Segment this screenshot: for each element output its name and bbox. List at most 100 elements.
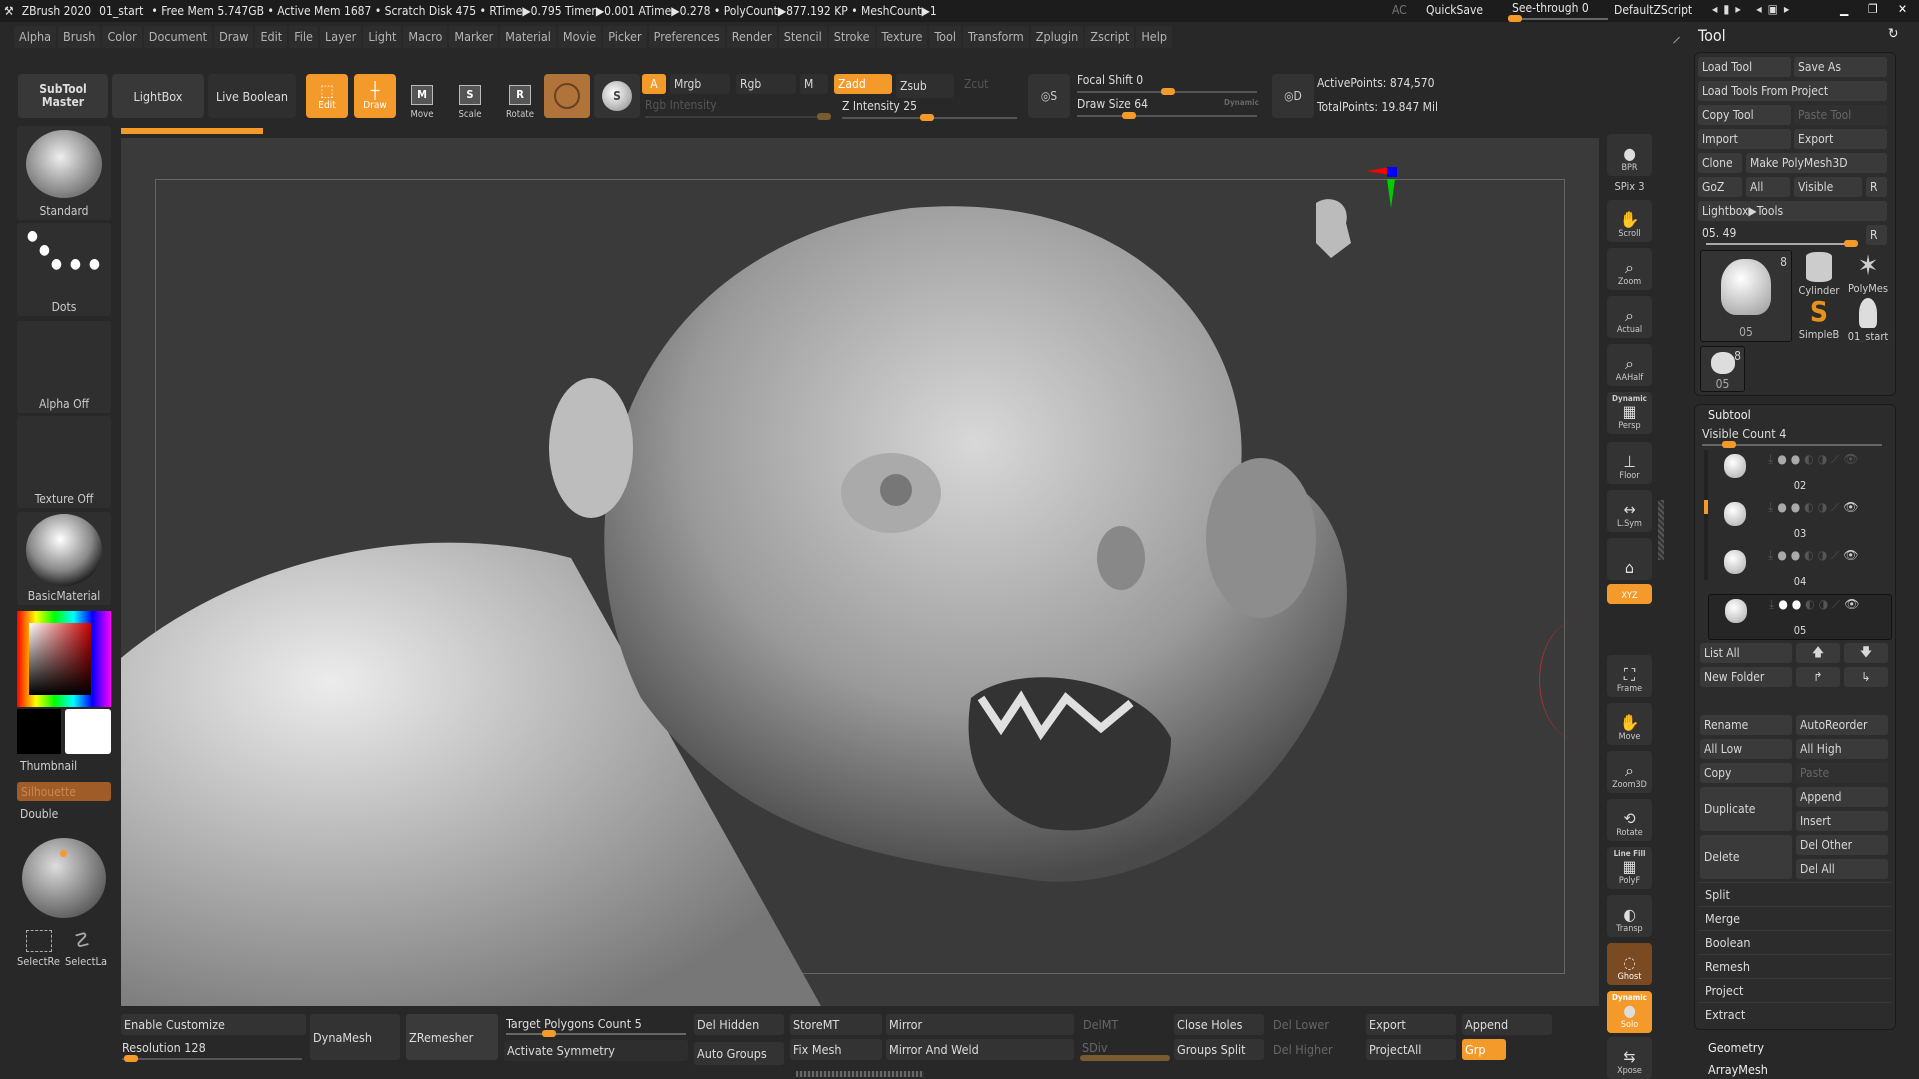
m-toggle[interactable]: M	[800, 74, 828, 94]
copy-tool-button[interactable]: Copy Tool	[1698, 105, 1791, 125]
a-toggle[interactable]: A	[642, 74, 666, 94]
alpha-slot[interactable]: Alpha Off	[17, 321, 111, 413]
close-holes-button[interactable]: Close Holes	[1174, 1014, 1264, 1035]
menu-edit[interactable]: Edit	[255, 26, 288, 48]
draw-button[interactable]: ┼ Draw	[354, 74, 396, 118]
shelf-transp[interactable]: ◐ Transp	[1607, 895, 1652, 937]
mrgb-toggle[interactable]: Mrgb	[670, 74, 730, 94]
shelf-scroll[interactable]: ✋ Scroll	[1607, 200, 1652, 242]
rgb-intensity-slider[interactable]	[645, 113, 831, 120]
menu-brush[interactable]: Brush	[57, 26, 101, 48]
subtool-icons[interactable]: ⤓●●◐◑⟋👁	[1768, 500, 1863, 515]
menu-stroke[interactable]: Stroke	[828, 26, 875, 48]
move-button[interactable]: M Move	[402, 74, 442, 120]
menu-tool[interactable]: Tool	[929, 26, 962, 48]
goz-r-button[interactable]: R	[1866, 177, 1887, 197]
menu-help[interactable]: Help	[1136, 26, 1172, 48]
storemt-button[interactable]: StoreMT	[790, 1014, 882, 1035]
shelf-ghost[interactable]: ◌ Ghost	[1607, 943, 1652, 985]
append-bottom-button[interactable]: Append	[1462, 1014, 1552, 1035]
stroke-slot[interactable]: ● ● ●●● Dots	[17, 223, 111, 316]
shelf-floor[interactable]: ⊥ Floor	[1607, 442, 1652, 484]
projectall-button[interactable]: ProjectAll	[1366, 1039, 1456, 1060]
shelf-frame[interactable]: ⛶ Frame	[1607, 655, 1652, 697]
menu-layer[interactable]: Layer	[319, 26, 362, 48]
primary-color-swatch[interactable]	[65, 709, 111, 754]
shelf-zoom3d[interactable]: ⌕ Zoom3D	[1607, 751, 1652, 793]
export-bottom-button[interactable]: Export	[1366, 1014, 1456, 1035]
del-other-button[interactable]: Del Other	[1796, 835, 1888, 855]
duplicate-button[interactable]: Duplicate	[1700, 787, 1792, 831]
subtool-section-boolean[interactable]: Boolean	[1698, 930, 1892, 953]
secondary-color-swatch[interactable]	[17, 709, 61, 754]
edit-button[interactable]: ⬚ Edit	[306, 74, 348, 118]
target-polygons-slider[interactable]	[506, 1030, 686, 1037]
lightbox-tools-button[interactable]: Lightbox▶Tools	[1698, 201, 1887, 221]
subtool-section-project[interactable]: Project	[1698, 978, 1892, 1001]
menu-zscript[interactable]: Zscript	[1085, 26, 1135, 48]
all-low-button[interactable]: All Low	[1700, 739, 1792, 759]
silhouette-toggle[interactable]: Silhouette	[17, 782, 111, 801]
scale-button[interactable]: S Scale	[450, 74, 490, 120]
navigation-gizmo[interactable]	[1221, 163, 1401, 273]
tool-thumb-cylinder[interactable]: Cylinder	[1796, 250, 1842, 297]
clone-button[interactable]: Clone	[1698, 153, 1742, 173]
menu-render[interactable]: Render	[726, 26, 777, 48]
dynamic-toggle[interactable]: Dynamic	[1224, 98, 1259, 107]
thumbnail-label[interactable]: Thumbnail	[20, 759, 77, 773]
brush-slot[interactable]: Standard	[17, 126, 111, 220]
z-intensity-slider[interactable]	[842, 114, 1017, 121]
subtool-section-remesh[interactable]: Remesh	[1698, 954, 1892, 977]
select-rect-icon[interactable]	[26, 930, 52, 952]
menu-alpha[interactable]: Alpha	[14, 26, 56, 48]
draw-size-slider[interactable]	[1077, 112, 1257, 119]
panel-collapse-handle[interactable]	[1658, 500, 1664, 560]
bottom-shelf-handle[interactable]	[796, 1071, 924, 1077]
tool-slider-r-button[interactable]: R	[1866, 225, 1887, 245]
texture-slot[interactable]: Texture Off	[17, 416, 111, 508]
copy-button[interactable]: Copy	[1700, 763, 1792, 783]
live-boolean-button[interactable]: Live Boolean	[208, 74, 296, 118]
folder-up-button[interactable]: ↱	[1796, 667, 1840, 687]
shelf-bpr[interactable]: ● BPR	[1607, 134, 1652, 176]
close-icon[interactable]: ✕	[1898, 2, 1907, 16]
auto-groups-button[interactable]: Auto Groups	[694, 1042, 784, 1065]
quicksave-button[interactable]: QuickSave	[1426, 3, 1483, 17]
goz-visible-button[interactable]: Visible	[1794, 177, 1862, 197]
menu-macro[interactable]: Macro	[403, 26, 448, 48]
goz-all-button[interactable]: All	[1746, 177, 1790, 197]
insert-button[interactable]: Insert	[1796, 811, 1888, 831]
mirror-button[interactable]: Mirror	[886, 1014, 1074, 1035]
shelf-xpose[interactable]: ⇆ Xpose	[1607, 1037, 1652, 1079]
delmt-button[interactable]: DelMT	[1080, 1014, 1170, 1035]
default-zscript-button[interactable]: DefaultZScript	[1614, 3, 1692, 17]
shelf-actual[interactable]: ⌕ Actual	[1607, 296, 1652, 338]
focal-shift-slider[interactable]	[1077, 88, 1257, 95]
menu-texture[interactable]: Texture	[876, 26, 928, 48]
activate-symmetry-button[interactable]: Activate Symmetry	[504, 1040, 688, 1061]
shelf-aahalf[interactable]: ⌕ AAHalf	[1607, 344, 1652, 386]
groups-split-button[interactable]: Groups Split	[1174, 1039, 1264, 1060]
rgb-toggle[interactable]: Rgb	[736, 74, 796, 94]
enable-customize-button[interactable]: Enable Customize	[121, 1014, 306, 1035]
select-lasso-icon[interactable]: ☡	[74, 928, 90, 952]
refresh-icon[interactable]: ↻	[1888, 26, 1899, 42]
save-as-button[interactable]: Save As	[1794, 57, 1887, 77]
viewport-canvas[interactable]	[121, 138, 1599, 1006]
tool-slider[interactable]	[1706, 240, 1858, 247]
layout-icons[interactable]: ◂▮▸ ◂▣▸	[1712, 2, 1795, 16]
menu-color[interactable]: Color	[102, 26, 142, 48]
menu-stencil[interactable]: Stencil	[778, 26, 827, 48]
minimize-icon[interactable]: ▁	[1840, 2, 1848, 16]
menu-marker[interactable]: Marker	[449, 26, 499, 48]
see-through-track[interactable]	[1508, 15, 1608, 22]
autoreorder-button[interactable]: AutoReorder	[1796, 715, 1888, 735]
menu-material[interactable]: Material	[500, 26, 556, 48]
subtool-icons[interactable]: ⤓●●◐◑⟋👁	[1769, 597, 1864, 612]
shelf-move[interactable]: ✋ Move	[1607, 703, 1652, 745]
menu-zplugin[interactable]: Zplugin	[1030, 26, 1084, 48]
rotate-button[interactable]: R Rotate	[500, 74, 540, 120]
zcut-toggle[interactable]: Zcut	[960, 74, 1010, 94]
subtool-master-button[interactable]: SubTool Master	[18, 74, 108, 118]
menu-document[interactable]: Document	[143, 26, 213, 48]
